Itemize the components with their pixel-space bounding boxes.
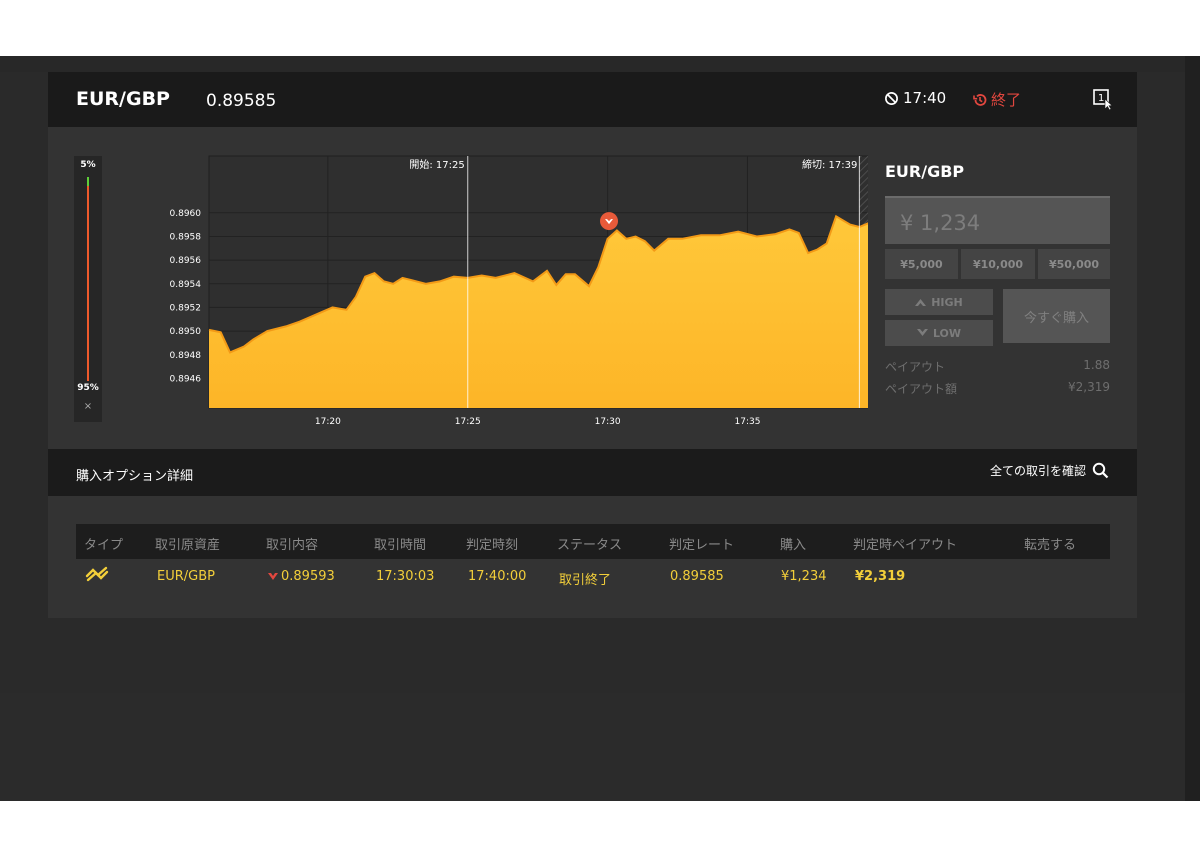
one-window-cursor-icon: 1 bbox=[1093, 89, 1113, 111]
status-cell: 取引終了 bbox=[559, 573, 612, 588]
amount-placeholder: ¥ 1,234 bbox=[900, 211, 981, 235]
high-ratio: 5% bbox=[80, 160, 96, 170]
payout-amount-value: ¥2,319 bbox=[1068, 380, 1110, 394]
payout-row: ペイアウト 1.88 bbox=[885, 358, 1110, 375]
table-header: タイプ 取引原資産 取引内容 取引時間 判定時刻 ステータス 判定レート 購入 … bbox=[76, 524, 1110, 559]
low-ratio: 95% bbox=[77, 383, 99, 393]
sentiment-bar: 5% 95% × bbox=[74, 156, 102, 422]
trade-time-cell: 17:30:03 bbox=[376, 569, 435, 584]
col-payout: 判定時ペイアウト bbox=[853, 538, 958, 553]
buy-now-button[interactable]: 今すぐ購入 bbox=[1003, 289, 1110, 343]
payout-cell: ¥2,319 bbox=[855, 569, 906, 584]
high-ratio-fill bbox=[87, 177, 89, 186]
low-button[interactable]: LOW bbox=[885, 320, 993, 346]
x-tick-label: 17:20 bbox=[315, 417, 341, 427]
x-tick-label: 17:35 bbox=[735, 417, 761, 427]
details-header: 購入オプション詳細 全ての取引を確認 bbox=[48, 449, 1137, 496]
y-tick-label: 0.8958 bbox=[170, 232, 202, 242]
y-tick-label: 0.8954 bbox=[170, 280, 202, 290]
lower-band bbox=[0, 693, 1185, 801]
price-chart: 0.8960 0.8958 0.8956 0.8954 0.8952 0.8950 0.89… bbox=[170, 155, 868, 427]
y-tick-label: 0.8960 bbox=[170, 209, 202, 219]
judge-rate-cell: 0.89585 bbox=[670, 569, 724, 584]
trade-panel: EUR/GBP 0.89585 17:40 終了 1 5% 95% × 0.89… bbox=[48, 72, 1137, 618]
judge-time-cell: 17:40:00 bbox=[468, 569, 527, 584]
col-trade-time: 取引時間 bbox=[374, 538, 427, 553]
low-ratio-fill bbox=[87, 186, 89, 381]
payout-value: 1.88 bbox=[1083, 358, 1110, 372]
top-edge bbox=[0, 56, 1185, 72]
quick-amount-5000[interactable]: ¥5,000 bbox=[885, 249, 958, 279]
content-cell: 0.89593 bbox=[268, 569, 335, 584]
timer-value: 17:40 bbox=[903, 89, 947, 107]
details-title: 購入オプション詳細 bbox=[76, 469, 194, 484]
type-cell bbox=[84, 564, 110, 584]
low-label: LOW bbox=[932, 326, 962, 340]
x-tick-label: 17:30 bbox=[595, 417, 621, 427]
up-chevron-icon bbox=[915, 299, 927, 306]
view-all-trades-link[interactable]: 全ての取引を確認 bbox=[990, 462, 1109, 479]
y-tick-label: 0.8946 bbox=[170, 374, 202, 384]
asset-cell: EUR/GBP bbox=[157, 569, 215, 584]
search-icon bbox=[1092, 462, 1109, 479]
history-icon bbox=[973, 93, 987, 106]
single-view-button[interactable]: 1 bbox=[1093, 89, 1113, 115]
col-purchase: 購入 bbox=[780, 538, 807, 553]
start-label: 開始: 17:25 bbox=[409, 158, 464, 171]
content-value: 0.89593 bbox=[281, 569, 335, 584]
high-low-type-icon bbox=[85, 566, 109, 582]
expiry-timer: 17:40 bbox=[884, 89, 946, 107]
current-price: 0.89585 bbox=[206, 91, 277, 111]
status-ended-label: 終了 bbox=[991, 91, 1022, 109]
quick-amount-10000[interactable]: ¥10,000 bbox=[961, 249, 1035, 279]
high-label: HIGH bbox=[931, 295, 963, 309]
col-judge-time: 判定時刻 bbox=[466, 538, 519, 553]
status-ended: 終了 bbox=[972, 89, 1021, 110]
payout-amount-label: ペイアウト額 bbox=[885, 382, 958, 396]
low-arrow-icon bbox=[268, 572, 278, 580]
col-type: タイプ bbox=[84, 538, 124, 553]
panel-header: EUR/GBP 0.89585 17:40 終了 1 bbox=[48, 72, 1137, 127]
payout-label: ペイアウト bbox=[885, 360, 946, 374]
col-status: ステータス bbox=[557, 538, 623, 553]
col-content: 取引内容 bbox=[266, 538, 319, 553]
chart-area: 5% 95% × 0.8960 0.8958 0.8956 0.8954 0.8952 0… bbox=[48, 127, 1137, 449]
end-label: 締切: 17:39 bbox=[802, 158, 857, 171]
amount-input[interactable]: ¥ 1,234 bbox=[885, 196, 1110, 244]
quick-amount-50000[interactable]: ¥50,000 bbox=[1038, 249, 1110, 279]
y-tick-label: 0.8950 bbox=[170, 327, 202, 337]
x-tick-label: 17:25 bbox=[455, 417, 481, 427]
view-all-label: 全ての取引を確認 bbox=[989, 464, 1086, 478]
y-tick-label: 0.8948 bbox=[170, 351, 202, 361]
scrollbar-strip[interactable] bbox=[1185, 56, 1200, 801]
y-tick-label: 0.8956 bbox=[170, 256, 202, 266]
col-asset: 取引原資産 bbox=[155, 538, 221, 553]
close-ratio-button[interactable]: × bbox=[74, 401, 102, 412]
high-button[interactable]: HIGH bbox=[885, 289, 993, 315]
no-entry-icon bbox=[885, 91, 898, 105]
col-resell: 転売する bbox=[1024, 538, 1077, 553]
asset-title: EUR/GBP bbox=[76, 88, 170, 110]
order-asset-title: EUR/GBP bbox=[885, 162, 965, 181]
purchase-cell: ¥1,234 bbox=[781, 569, 827, 584]
down-chevron-icon bbox=[916, 329, 928, 336]
col-judge-rate: 判定レート bbox=[669, 538, 735, 553]
svg-text:1: 1 bbox=[1098, 93, 1104, 104]
y-tick-label: 0.8952 bbox=[170, 303, 202, 313]
payout-amount-row: ペイアウト額 ¥2,319 bbox=[885, 380, 1110, 397]
